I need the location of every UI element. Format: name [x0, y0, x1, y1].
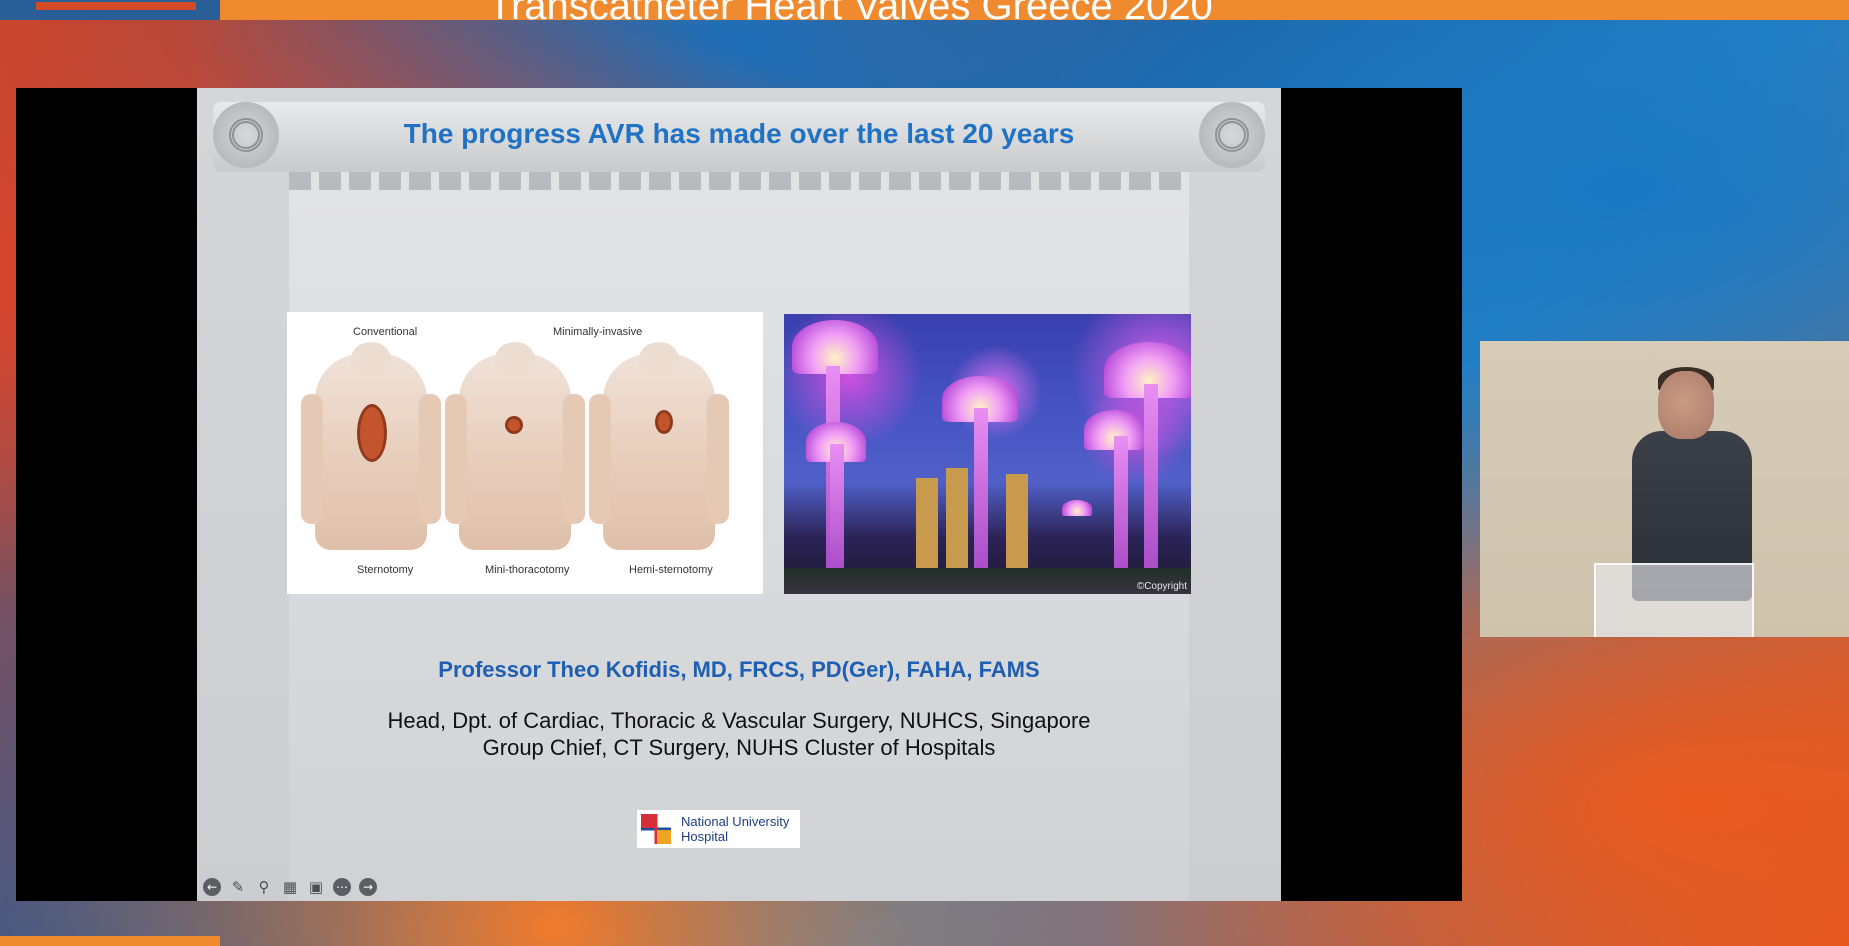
slide-title: The progress AVR has made over the last … [403, 118, 1075, 149]
caption-sternotomy: Sternotomy [357, 564, 414, 576]
caption-hemi-sternotomy: Hemi-sternotomy [629, 564, 713, 576]
top-banner: Transcatheter Heart Valves Greece 2020 [0, 0, 1849, 20]
pen-icon[interactable]: ✎ [229, 878, 247, 896]
subtitles-icon[interactable]: ▦ [281, 878, 299, 896]
gardens-by-the-bay-image: ©Copyright [784, 314, 1191, 594]
torso-hemi-sternotomy [589, 342, 729, 550]
surgery-approaches-image: Conventional Minimally-invasive Sternoto… [287, 312, 763, 594]
label-conventional: Conventional [353, 326, 418, 338]
decorative-frieze [289, 172, 1189, 190]
camera-off-icon[interactable]: ▣ [307, 878, 325, 896]
presentation-slide: The progress AVR has made over the last … [197, 88, 1281, 901]
affiliation-line-1: Head, Dpt. of Cardiac, Thoracic & Vascul… [387, 708, 1091, 733]
zoom-icon[interactable]: ⚲ [255, 878, 273, 896]
speaker-video-feed [1480, 341, 1849, 637]
forward-arrow-icon[interactable]: → [359, 878, 377, 896]
label-minimally-invasive: Minimally-invasive [553, 326, 643, 338]
torso-sternotomy [301, 342, 441, 550]
copyright-notice: ©Copyright [1136, 581, 1187, 592]
national-university-hospital-logo: National University Hospital [637, 810, 800, 848]
caption-mini-thoracotomy: Mini-thoracotomy [485, 564, 570, 576]
back-arrow-icon[interactable]: ← [203, 878, 221, 896]
torso-mini-thoracotomy [445, 342, 585, 550]
hospital-emblem-icon [641, 814, 671, 844]
presenter-name: Professor Theo Kofidis, MD, FRCS, PD(Ger… [438, 657, 1040, 682]
event-logo [0, 0, 220, 20]
banner-title: Transcatheter Heart Valves Greece 2020 [488, 0, 1213, 20]
slide-toolbar: ← ✎ ⚲ ▦ ▣ ⋯ → [203, 873, 377, 901]
podium [1594, 563, 1754, 637]
hospital-logo-text: National University Hospital [681, 814, 790, 844]
bottom-tab[interactable] [0, 936, 220, 946]
more-icon[interactable]: ⋯ [333, 878, 351, 896]
affiliation-line-2: Group Chief, CT Surgery, NUHS Cluster of… [482, 735, 996, 760]
